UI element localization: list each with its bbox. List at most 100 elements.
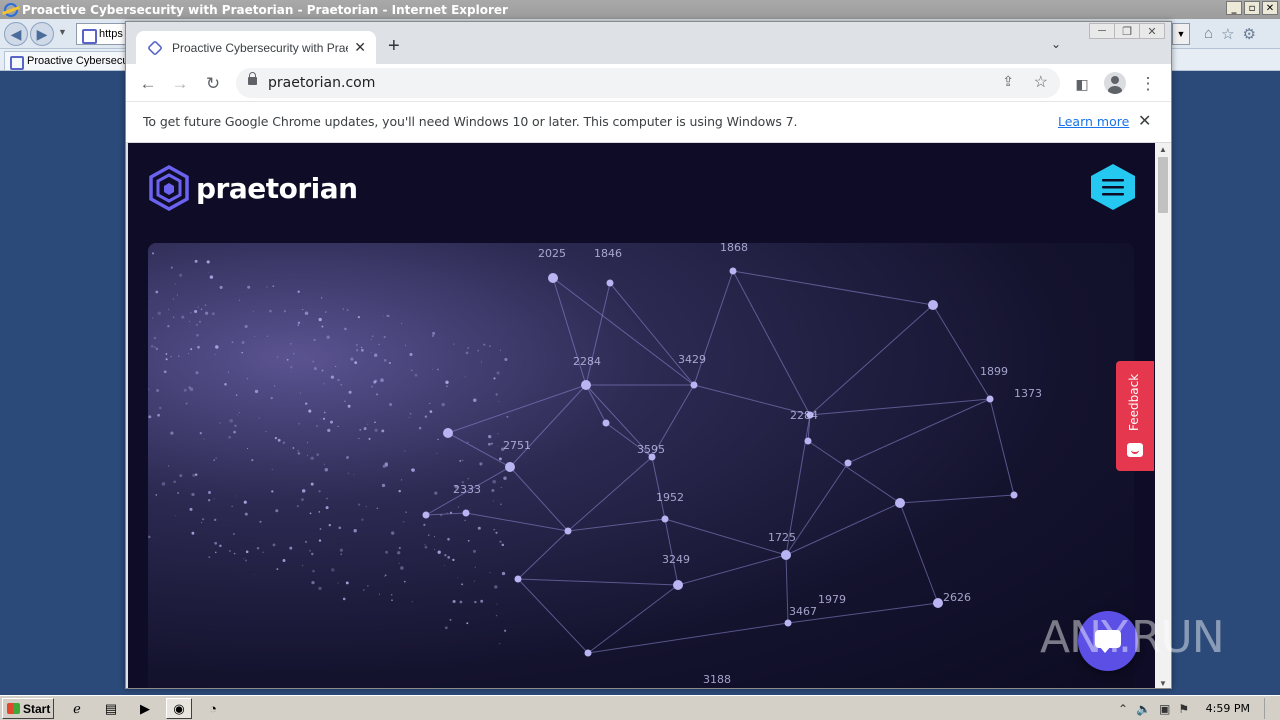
back-arrow-icon[interactable]: ← — [136, 72, 160, 96]
particle-dot — [308, 549, 312, 552]
menu-line-icon — [1102, 179, 1124, 182]
hamburger-menu-button[interactable] — [1090, 163, 1136, 211]
particle-dot — [353, 474, 355, 476]
particle-dot — [348, 390, 352, 394]
particle-dot — [323, 383, 325, 385]
reload-icon[interactable]: ↻ — [201, 72, 225, 96]
particle-dot — [197, 306, 199, 308]
ie-tab[interactable]: Proactive Cybersecurity ... — [4, 51, 134, 70]
omnibox[interactable]: praetorian.com ⇪ ☆ — [236, 68, 1060, 98]
chrome-restore-button[interactable]: ❐ — [1114, 23, 1140, 39]
particle-dot — [355, 343, 358, 346]
tab-close-icon[interactable]: ✕ — [354, 39, 366, 56]
ie-minimize-button[interactable]: _ — [1226, 1, 1242, 15]
settings-gear-icon[interactable]: ⚙ — [1243, 25, 1256, 43]
particle-dot — [434, 491, 438, 495]
scrollbar-thumb[interactable] — [1158, 157, 1168, 213]
network-node — [895, 498, 905, 508]
particle-dot — [319, 528, 322, 530]
particle-dot — [319, 418, 321, 420]
network-icon[interactable]: ▣ — [1159, 702, 1170, 716]
particle-dot — [391, 594, 393, 596]
star-icon[interactable]: ☆ — [1034, 72, 1048, 92]
edge-taskbar-icon[interactable]: ◔ — [200, 698, 226, 719]
media-player-icon[interactable]: ▶ — [132, 698, 158, 719]
clock[interactable]: 4:59 PM — [1206, 702, 1250, 715]
network-node — [673, 580, 683, 590]
menu-kebab-icon[interactable]: ⋮ — [1136, 72, 1160, 96]
action-center-flag-icon[interactable]: ⚑ — [1178, 702, 1189, 716]
show-desktop-button[interactable] — [1264, 698, 1280, 719]
new-tab-plus-icon[interactable]: + — [388, 35, 400, 58]
praetorian-logo[interactable]: praetorian — [148, 165, 358, 211]
share-icon[interactable]: ⇪ — [1002, 73, 1014, 90]
chrome-tab[interactable]: Proactive Cybersecurity with Praetorian … — [136, 31, 376, 64]
lock-icon[interactable] — [248, 72, 257, 85]
particle-dot — [194, 473, 198, 476]
chrome-toolbar: ← → ↻ praetorian.com ⇪ ☆ ◧ ⋮ — [126, 64, 1171, 102]
particle-dot — [321, 325, 324, 328]
particle-dot — [361, 348, 364, 352]
particle-dot — [381, 429, 385, 433]
particle-dot — [191, 531, 195, 535]
scroll-up-arrow-icon[interactable]: ▲ — [1159, 145, 1167, 154]
particle-dot — [379, 593, 381, 595]
network-node — [581, 380, 591, 390]
system-tray: ⌃ 🔈 ▣ ⚑ 4:59 PM — [1110, 698, 1280, 719]
particle-dot — [199, 432, 202, 435]
ie-close-button[interactable]: ✕ — [1262, 1, 1278, 15]
chrome-taskbar-icon[interactable]: ◉ — [166, 698, 192, 719]
ie-maximize-button[interactable]: ▫ — [1244, 1, 1260, 15]
particle-dot — [434, 536, 436, 538]
particle-dot — [188, 320, 190, 323]
particle-dot — [202, 518, 205, 521]
particle-dot — [165, 358, 168, 361]
ie-back-icon[interactable]: ◀ — [4, 22, 28, 46]
side-panel-icon[interactable]: ◧ — [1070, 72, 1094, 96]
chrome-window-controls: ─ ❐ ✕ — [1089, 23, 1165, 39]
scroll-down-arrow-icon[interactable]: ▼ — [1159, 679, 1167, 688]
url-text[interactable]: praetorian.com — [268, 75, 375, 91]
page-scrollbar[interactable]: ▲ ▼ — [1155, 143, 1171, 688]
particle-dot — [499, 540, 502, 543]
volume-icon[interactable]: 🔈 — [1136, 702, 1151, 716]
particle-dot — [391, 531, 395, 535]
chrome-minimize-button[interactable]: ─ — [1089, 23, 1115, 39]
start-button[interactable]: Start — [2, 698, 54, 719]
network-edge — [587, 584, 679, 654]
ie-taskbar-icon[interactable]: ℯ — [64, 698, 90, 719]
particle-dot — [233, 430, 236, 434]
feedback-tab[interactable]: Feedback — [1116, 361, 1154, 471]
forward-arrow-icon[interactable]: → — [168, 72, 192, 96]
home-icon[interactable]: ⌂ — [1204, 25, 1213, 43]
ie-address-dropdown-icon[interactable]: ▼ — [1172, 23, 1190, 45]
particle-dot — [358, 438, 360, 440]
particle-dot — [244, 559, 247, 562]
tray-expand-icon[interactable]: ⌃ — [1118, 702, 1128, 716]
particle-dot — [361, 518, 364, 521]
explorer-folder-icon[interactable]: ▤ — [98, 698, 124, 719]
particle-dot — [233, 552, 236, 555]
learn-more-link[interactable]: Learn more — [1058, 114, 1129, 129]
particle-dot — [155, 347, 159, 351]
particle-dot — [215, 457, 217, 459]
network-edge — [677, 554, 787, 586]
favorites-star-icon[interactable]: ☆ — [1221, 25, 1234, 43]
infobar-close-icon[interactable]: ✕ — [1138, 111, 1151, 131]
profile-icon[interactable] — [1104, 72, 1126, 94]
ie-history-dropdown-icon[interactable]: ▼ — [58, 27, 67, 37]
particle-dot — [213, 498, 215, 500]
network-number-label: 3467 — [789, 605, 817, 618]
particle-dot — [167, 325, 170, 328]
tab-search-chevron-icon[interactable]: ⌄ — [1051, 37, 1061, 51]
particle-dot — [359, 429, 361, 431]
particle-dot — [431, 368, 434, 371]
particle-dot — [321, 369, 324, 372]
ie-forward-icon[interactable]: ▶ — [30, 22, 54, 46]
particle-dot — [256, 547, 260, 550]
menu-line-icon — [1102, 193, 1124, 196]
chrome-close-button[interactable]: ✕ — [1139, 23, 1165, 39]
particle-dot — [246, 377, 249, 380]
particle-dot — [370, 339, 372, 341]
particle-dot — [198, 320, 202, 323]
